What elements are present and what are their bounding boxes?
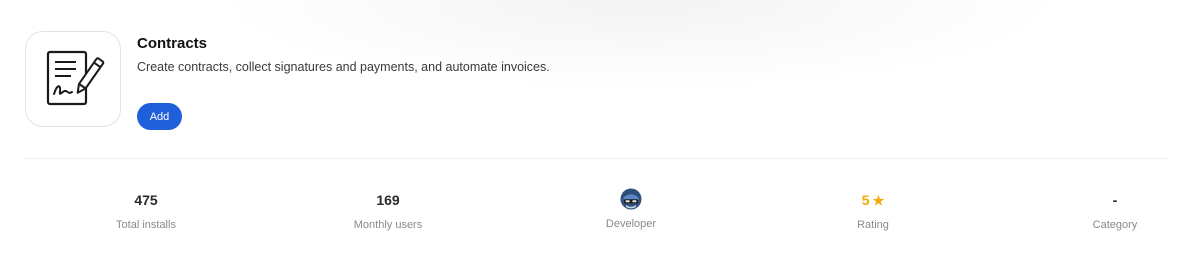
- contract-app-icon: [25, 31, 121, 127]
- star-icon: ★: [872, 192, 885, 208]
- category-label: Category: [1092, 219, 1138, 231]
- stat-category: - Category: [1035, 190, 1195, 231]
- stat-total-installs: 475 Total installs: [66, 190, 226, 231]
- add-button[interactable]: Add: [137, 103, 182, 130]
- divider: [25, 158, 1167, 159]
- developer-avatar-icon: [620, 188, 642, 209]
- total-installs-label: Total installs: [116, 219, 176, 231]
- developer-avatar[interactable]: [551, 187, 711, 210]
- developer-label: Developer: [605, 218, 657, 230]
- app-listing-header: Contracts Create contracts, collect sign…: [0, 0, 1200, 265]
- monthly-users-value: 169: [376, 192, 400, 208]
- contract-document-pen-icon: [46, 50, 105, 106]
- app-title: Contracts: [137, 35, 208, 52]
- rating-value: 5: [861, 192, 870, 208]
- app-description: Create contracts, collect signatures and…: [137, 60, 550, 74]
- total-installs-value: 475: [134, 192, 158, 208]
- stat-developer[interactable]: Developer: [551, 187, 711, 230]
- monthly-users-label: Monthly users: [353, 219, 423, 231]
- rating-value-row: 5 ★: [793, 190, 953, 210]
- category-value: -: [1112, 192, 1118, 208]
- stat-rating: 5 ★ Rating: [793, 190, 953, 231]
- rating-label: Rating: [857, 219, 889, 231]
- stat-monthly-users: 169 Monthly users: [308, 190, 468, 231]
